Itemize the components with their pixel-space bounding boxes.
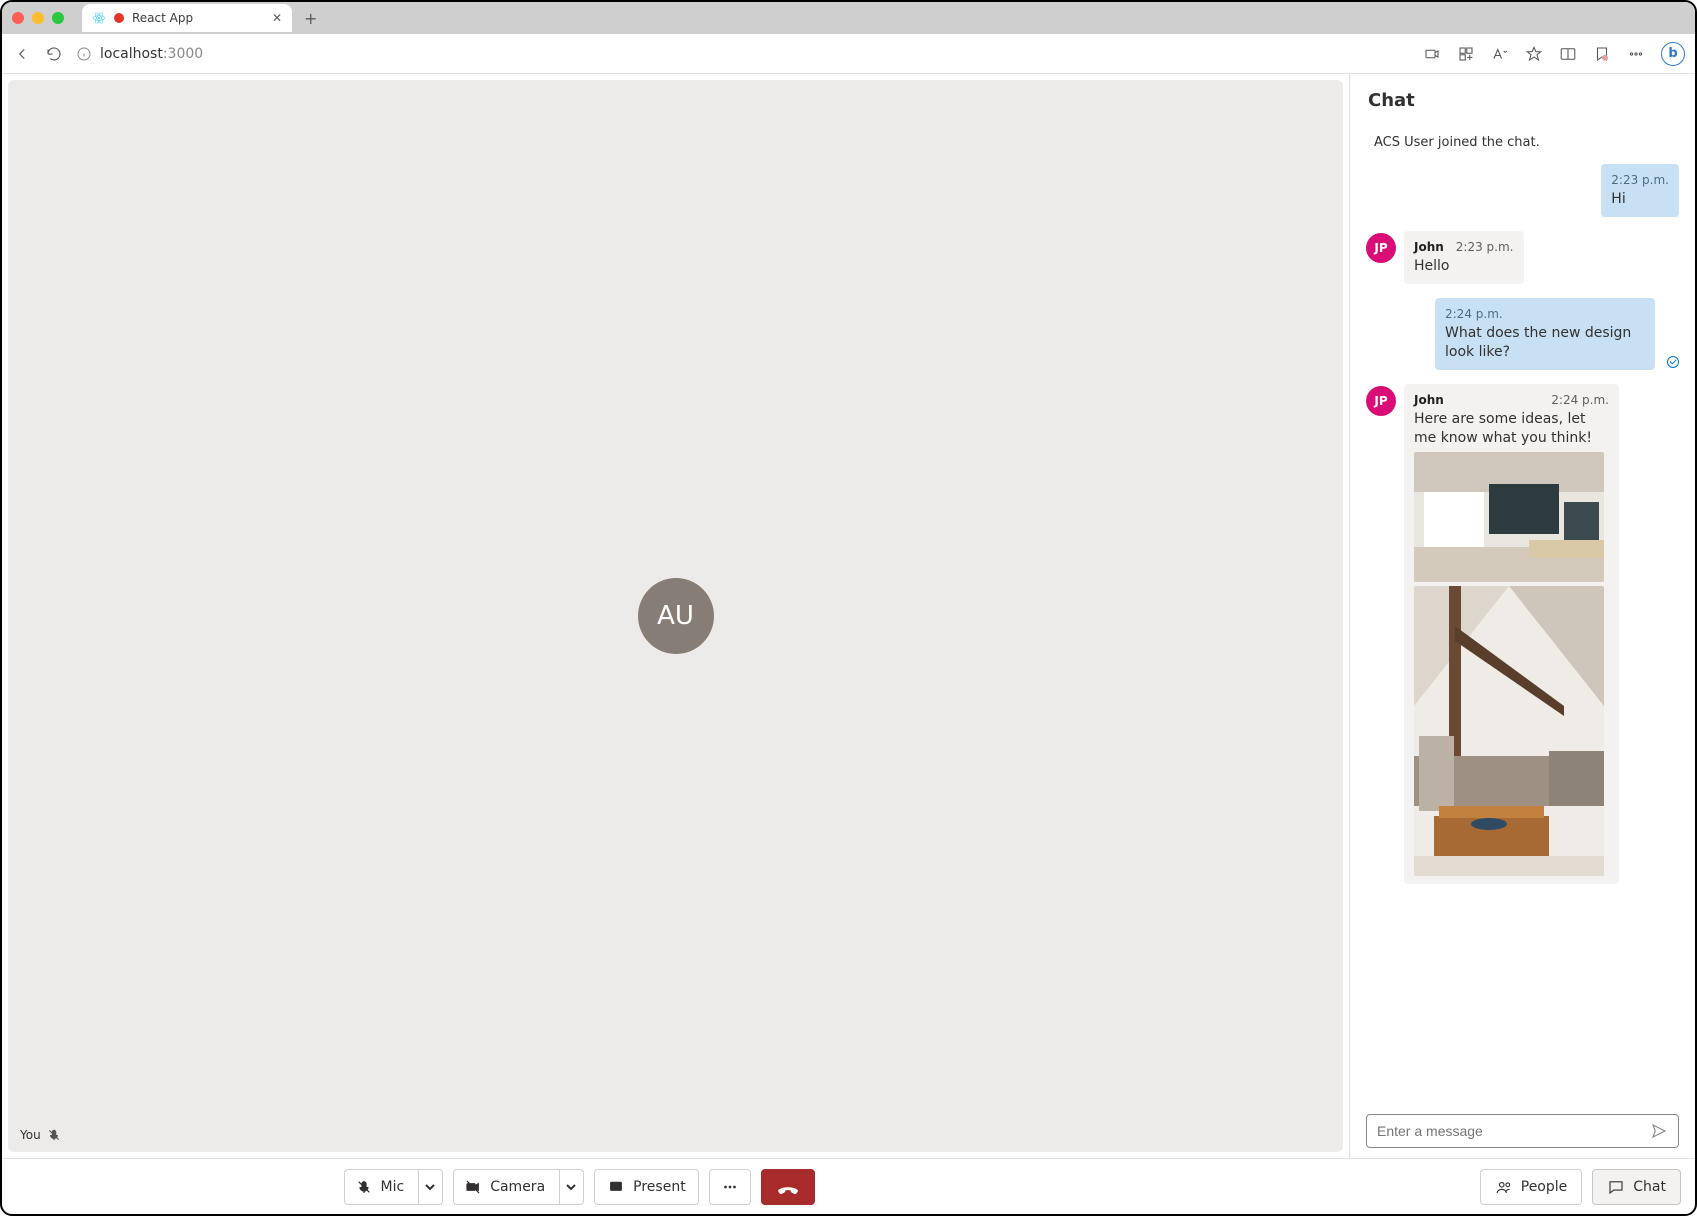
text-size-icon[interactable] — [1491, 45, 1509, 63]
system-message: ACS User joined the chat. — [1366, 127, 1679, 164]
message-text: Hello — [1414, 257, 1514, 276]
self-label-text: You — [20, 1128, 41, 1142]
favorite-icon[interactable] — [1525, 45, 1543, 63]
message-time: 2:23 p.m. — [1456, 239, 1514, 255]
chat-toggle-label: Chat — [1633, 1179, 1666, 1195]
tab-title: React App — [132, 11, 193, 25]
people-label: People — [1521, 1179, 1568, 1195]
message-compose[interactable] — [1366, 1114, 1679, 1148]
image-attachment[interactable] — [1414, 452, 1604, 582]
camera-button[interactable]: Camera — [453, 1169, 584, 1205]
chat-message-mine: 2:24 p.m. What does the new design look … — [1366, 298, 1679, 370]
image-attachment[interactable] — [1414, 586, 1604, 876]
message-time: 2:23 p.m. — [1611, 172, 1669, 188]
window-controls — [12, 12, 64, 24]
video-stage: AU You — [8, 80, 1343, 1152]
call-controls-bar: Mic Camera Present People — [2, 1158, 1695, 1214]
window-close-button[interactable] — [12, 12, 24, 24]
camera-label: Camera — [490, 1179, 545, 1195]
message-sender: John — [1414, 239, 1444, 255]
message-text: Hi — [1611, 190, 1669, 209]
browser-tab[interactable]: React App ✕ — [82, 4, 292, 32]
collections-icon[interactable] — [1593, 45, 1611, 63]
mic-label: Mic — [381, 1179, 405, 1195]
message-sender: John — [1414, 392, 1444, 408]
browser-tab-bar: React App ✕ + — [2, 2, 1695, 34]
address-bar[interactable]: localhost:3000 — [76, 46, 203, 62]
message-input[interactable] — [1377, 1117, 1646, 1145]
split-screen-icon[interactable] — [1559, 45, 1577, 63]
sender-avatar: JP — [1366, 386, 1396, 416]
present-label: Present — [633, 1179, 686, 1195]
back-button[interactable] — [12, 44, 32, 64]
site-info-icon — [76, 46, 92, 62]
message-text: Here are some ideas, let me know what yo… — [1414, 410, 1609, 448]
window-maximize-button[interactable] — [52, 12, 64, 24]
people-button[interactable]: People — [1480, 1169, 1583, 1205]
mic-options-chevron[interactable] — [418, 1170, 440, 1204]
camera-off-icon — [464, 1178, 482, 1196]
window-minimize-button[interactable] — [32, 12, 44, 24]
participant-initials: AU — [657, 601, 694, 631]
chat-message-other: JP John 2:23 p.m. Hello — [1366, 231, 1679, 284]
react-favicon-icon — [92, 11, 106, 25]
present-button[interactable]: Present — [594, 1169, 699, 1205]
refresh-button[interactable] — [44, 44, 64, 64]
hangup-icon — [777, 1176, 799, 1198]
message-time: 2:24 p.m. — [1551, 392, 1609, 408]
people-icon — [1495, 1178, 1513, 1196]
camera-options-chevron[interactable] — [559, 1170, 581, 1204]
mic-off-icon — [355, 1178, 373, 1196]
new-tab-button[interactable]: + — [304, 9, 317, 28]
participant-avatar: AU — [638, 578, 714, 654]
chat-panel: Chat ACS User joined the chat. 2:23 p.m.… — [1349, 74, 1695, 1158]
more-actions-button[interactable] — [709, 1169, 751, 1205]
chat-messages[interactable]: ACS User joined the chat. 2:23 p.m. Hi J… — [1350, 121, 1695, 1104]
more-menu-icon[interactable] — [1627, 45, 1645, 63]
hangup-button[interactable] — [761, 1169, 815, 1205]
self-video-label: You — [20, 1128, 61, 1142]
recording-indicator-icon — [114, 13, 124, 23]
chat-toggle-button[interactable]: Chat — [1592, 1169, 1681, 1205]
message-text: What does the new design look like? — [1445, 324, 1645, 362]
chat-message-mine: 2:23 p.m. Hi — [1366, 164, 1679, 217]
message-time: 2:24 p.m. — [1445, 306, 1645, 322]
video-popup-icon[interactable] — [1423, 45, 1441, 63]
chat-title: Chat — [1350, 74, 1695, 121]
sender-avatar: JP — [1366, 233, 1396, 263]
mic-muted-icon — [47, 1128, 61, 1142]
chat-message-other: JP John 2:24 p.m. Here are some ideas, le… — [1366, 384, 1679, 884]
url-host: localhost — [100, 46, 163, 62]
url-port: :3000 — [163, 46, 203, 62]
bing-button[interactable]: b — [1661, 42, 1685, 66]
read-receipt-icon — [1667, 356, 1679, 368]
extensions-icon[interactable] — [1457, 45, 1475, 63]
more-icon — [721, 1178, 739, 1196]
close-tab-button[interactable]: ✕ — [272, 11, 282, 25]
send-button[interactable] — [1646, 1118, 1672, 1144]
mic-button[interactable]: Mic — [344, 1169, 444, 1205]
chat-icon — [1607, 1178, 1625, 1196]
present-icon — [607, 1178, 625, 1196]
browser-toolbar: localhost:3000 b — [2, 34, 1695, 74]
